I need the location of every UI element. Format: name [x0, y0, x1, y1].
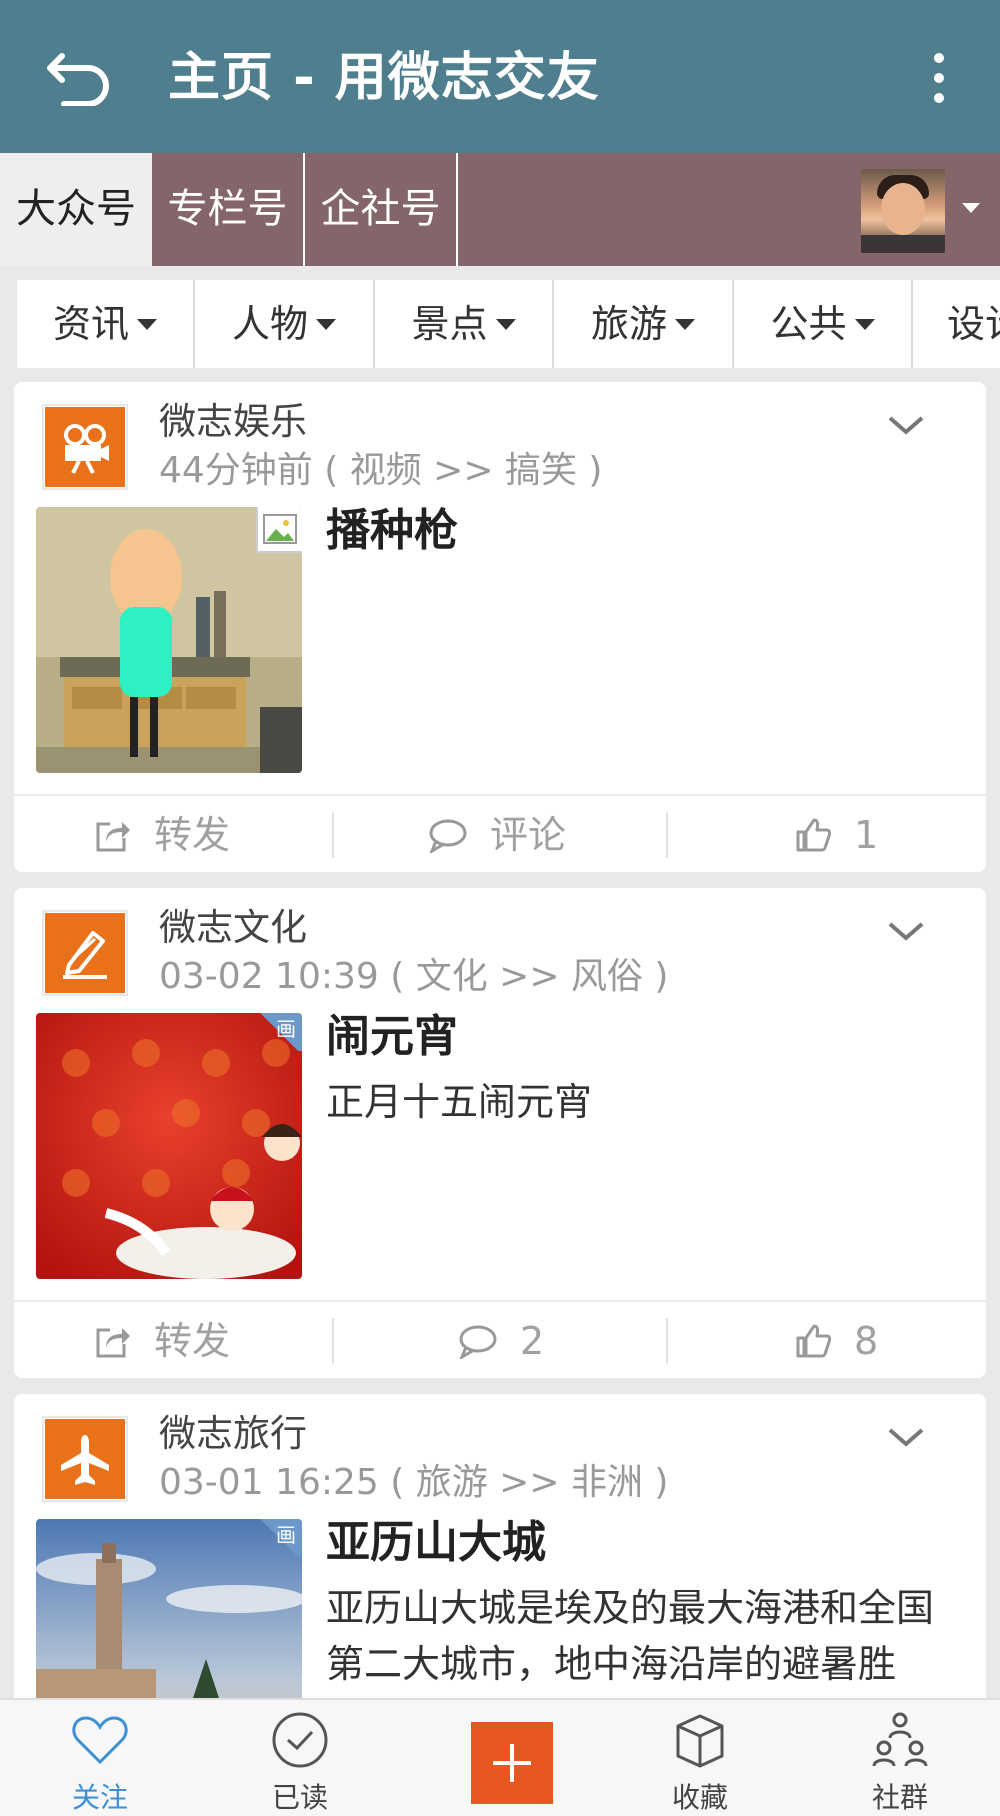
image-badge: 画: [256, 1013, 302, 1051]
image-placeholder-icon: [256, 507, 302, 553]
more-options-icon[interactable]: [924, 50, 954, 106]
chevron-down-icon[interactable]: [886, 1422, 926, 1452]
post-thumbnail[interactable]: [36, 507, 302, 773]
comment-button[interactable]: 评论: [428, 796, 566, 874]
post-summary: 亚历山大城是埃及的最大海港和全国第二大城市，地中海沿岸的避暑胜: [326, 1586, 935, 1686]
post-title[interactable]: 闹元宵: [326, 1006, 458, 1068]
source-icon: [42, 1416, 128, 1502]
post-card[interactable]: 微志娱乐 44分钟前 ( 视频 >> 搞笑 ) 播种枪 转发 评论 1: [14, 382, 986, 872]
pencil-icon: [63, 931, 107, 979]
like-count: 8: [854, 1319, 879, 1363]
add-post-button[interactable]: [471, 1722, 553, 1804]
share-label: 转发: [154, 813, 231, 857]
category-public[interactable]: 公共: [734, 280, 913, 368]
nav-follow-label: 关注: [71, 1781, 128, 1814]
nav-favorites[interactable]: 收藏: [630, 1700, 770, 1816]
comment-button[interactable]: 2: [458, 1302, 544, 1380]
comment-count: 2: [520, 1319, 545, 1363]
category-people[interactable]: 人物: [195, 280, 375, 368]
post-meta: 03-02 10:39 ( 文化 >> 风俗 ): [159, 956, 669, 997]
category-scenery[interactable]: 景点: [375, 280, 554, 368]
comment-icon: [459, 1325, 497, 1359]
comment-icon: [429, 819, 467, 853]
app-bar: 主页 - 用微志交友: [0, 0, 1000, 153]
avatar[interactable]: [861, 169, 945, 253]
thumbs-up-icon: [796, 818, 832, 852]
category-design[interactable]: 设计: [913, 280, 1000, 368]
group-icon: [872, 1712, 928, 1767]
category-bar: 资讯 人物 景点 旅游 公共 设计: [17, 280, 1000, 368]
comment-label: 评论: [490, 813, 567, 857]
box-icon: [676, 1714, 724, 1768]
tab-enterprise-accounts[interactable]: 企社号: [305, 153, 458, 266]
tab-public-accounts[interactable]: 大众号: [0, 153, 152, 266]
video-camera-icon: [64, 424, 109, 474]
nav-read[interactable]: 已读: [230, 1700, 370, 1816]
source-icon: [42, 910, 128, 996]
thumbs-up-icon: [796, 1324, 832, 1358]
post-source[interactable]: 微志文化: [159, 902, 307, 954]
nav-community[interactable]: 社群: [830, 1700, 970, 1816]
post-card[interactable]: 微志文化 03-02 10:39 ( 文化 >> 风俗 ) 画 闹元宵 正月十五…: [14, 888, 986, 1378]
category-travel[interactable]: 旅游: [554, 280, 734, 368]
chevron-down-icon[interactable]: [886, 410, 926, 440]
share-button[interactable]: 转发: [94, 796, 230, 874]
post-title[interactable]: 亚历山大城: [326, 1512, 546, 1574]
like-button[interactable]: 1: [794, 796, 878, 874]
clock-check-icon: [272, 1712, 328, 1768]
chevron-down-icon[interactable]: [886, 916, 926, 946]
back-icon[interactable]: [44, 46, 114, 106]
tab-column-accounts[interactable]: 专栏号: [152, 153, 305, 266]
nav-favorites-label: 收藏: [671, 1781, 728, 1814]
post-meta: 03-01 16:25 ( 旅游 >> 非洲 ): [159, 1462, 669, 1503]
post-source[interactable]: 微志旅行: [159, 1408, 307, 1460]
nav-community-label: 社群: [871, 1781, 928, 1814]
share-label: 转发: [154, 1319, 231, 1363]
image-badge: 画: [256, 1519, 302, 1557]
account-dropdown-icon[interactable]: [960, 197, 982, 219]
share-icon: [96, 1328, 130, 1358]
post-meta: 44分钟前 ( 视频 >> 搞笑 ): [159, 450, 603, 491]
share-icon: [96, 822, 130, 852]
post-title[interactable]: 播种枪: [326, 500, 458, 562]
account-type-tabs: 大众号 专栏号 企社号: [0, 153, 1000, 266]
nav-read-label: 已读: [271, 1781, 328, 1814]
source-icon: [42, 404, 128, 490]
category-news[interactable]: 资讯: [17, 280, 195, 368]
plus-icon: [493, 1744, 531, 1782]
post-summary: 正月十五闹元宵: [326, 1080, 593, 1124]
bottom-navigation: 关注 已读 收藏 社群: [0, 1698, 1000, 1816]
post-source[interactable]: 微志娱乐: [159, 396, 307, 448]
like-count: 1: [854, 813, 879, 857]
heart-icon: [72, 1716, 128, 1765]
airplane-icon: [61, 1435, 109, 1485]
post-thumbnail[interactable]: 画: [36, 1013, 302, 1279]
like-button[interactable]: 8: [794, 1302, 878, 1380]
share-button[interactable]: 转发: [94, 1302, 230, 1380]
nav-follow[interactable]: 关注: [30, 1700, 170, 1816]
page-title: 主页 - 用微志交友: [168, 48, 600, 108]
